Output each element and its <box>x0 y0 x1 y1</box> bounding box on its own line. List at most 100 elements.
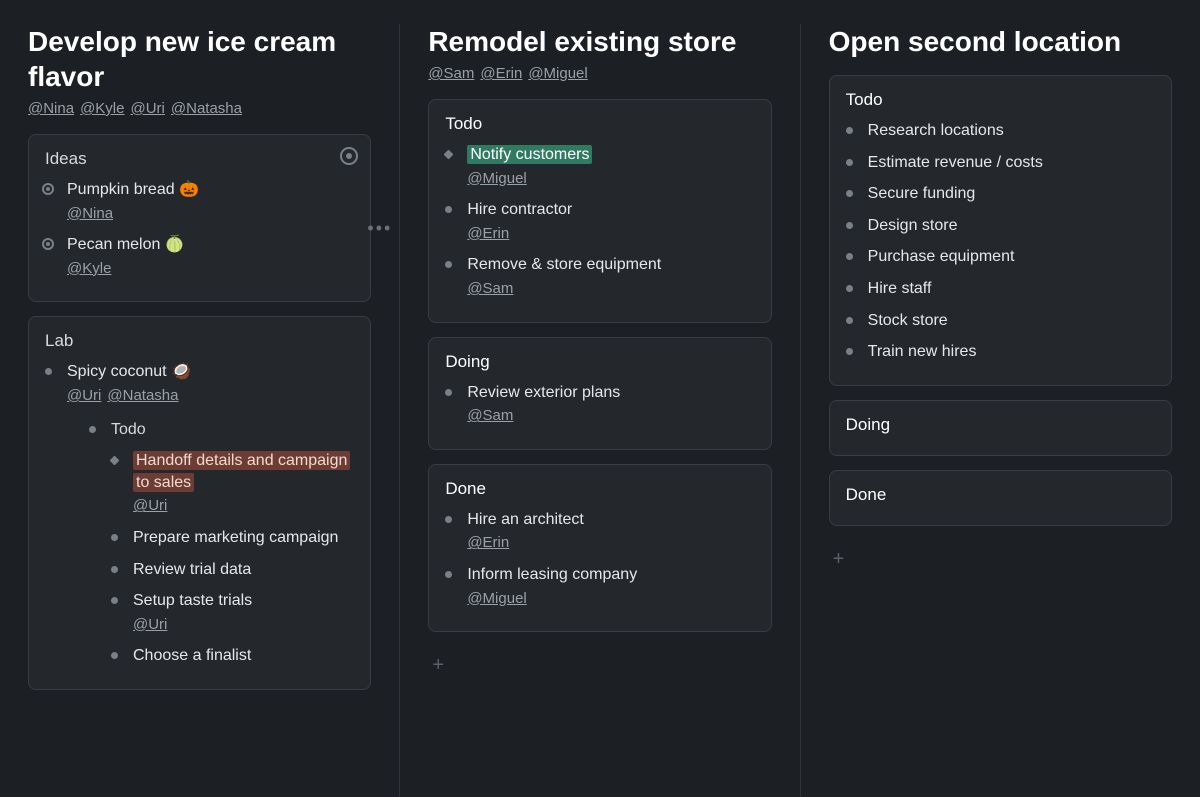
card-title[interactable]: Doing <box>445 352 754 372</box>
board-column: Develop new ice cream flavor @Nina @Kyle @U… <box>0 24 400 797</box>
list-item[interactable]: Review trial data <box>111 559 354 581</box>
sub-group-title[interactable]: Todo <box>89 419 354 441</box>
column-title[interactable]: Develop new ice cream flavor <box>28 24 371 94</box>
mention[interactable]: @Nina <box>28 100 74 117</box>
card-title[interactable]: Doing <box>846 415 1155 435</box>
item-mentions: @Sam <box>467 405 754 427</box>
dot-bullet-icon <box>846 285 853 292</box>
list-item[interactable]: Remove & store equipment@Sam <box>445 254 754 299</box>
item-text: Spicy coconut 🥥 <box>67 363 191 380</box>
dot-bullet-icon <box>445 261 452 268</box>
add-card-button[interactable]: + <box>428 646 448 685</box>
list-item[interactable]: Spicy coconut 🥥 @Uri @Natasha Todo Handoff d… <box>45 361 354 667</box>
mention[interactable]: @Erin <box>480 65 522 82</box>
mention[interactable]: @Nina <box>67 205 113 222</box>
list-item[interactable]: Handoff details and campaign to sales@Ur… <box>111 450 354 517</box>
list-item[interactable]: Train new hires <box>846 341 1155 363</box>
list-item[interactable]: Estimate revenue / costs <box>846 152 1155 174</box>
item-mentions: @Erin <box>467 532 754 554</box>
item-mentions: @Uri <box>133 495 354 517</box>
sub-item-list: Handoff details and campaign to sales@Ur… <box>111 450 354 667</box>
radio-bullet-icon <box>42 183 54 195</box>
board-column: Remodel existing store@Sam@Erin@MiguelTo… <box>400 24 800 797</box>
board-column: Open second location Todo Research locatio… <box>801 24 1200 797</box>
list-item[interactable]: Research locations <box>846 120 1155 142</box>
overflow-menu-icon[interactable]: ••• <box>367 218 392 239</box>
card-title[interactable]: Lab <box>45 331 354 351</box>
mention[interactable]: @Kyle <box>67 260 111 277</box>
mention[interactable]: @Sam <box>467 280 513 297</box>
card[interactable]: Doing Review exterior plans@Sam <box>428 337 771 450</box>
card[interactable]: •••IdeasPumpkin bread 🎃@NinaPecan melon … <box>28 134 371 302</box>
mention[interactable]: @Erin <box>467 225 509 242</box>
list-item[interactable]: Choose a finalist <box>111 645 354 667</box>
card[interactable]: Doing <box>829 400 1172 456</box>
item-text: Stock store <box>868 312 948 329</box>
list-item[interactable]: Notify customers @Miguel <box>445 144 754 189</box>
list-item[interactable]: Prepare marketing campaign <box>111 527 354 549</box>
item-text: Notify customers <box>467 145 592 164</box>
item-mentions: @Miguel <box>467 588 754 610</box>
item-text: Design store <box>868 217 958 234</box>
item-mentions: @Kyle <box>67 258 354 280</box>
card[interactable]: Todo Notify customers @Miguel Hire contract… <box>428 99 771 323</box>
list-item[interactable]: Purchase equipment <box>846 246 1155 268</box>
item-text: Inform leasing company <box>467 566 637 583</box>
mention[interactable]: @Uri <box>67 387 101 404</box>
card-title[interactable]: Done <box>445 479 754 499</box>
item-mentions: @Sam <box>467 278 754 300</box>
column-title[interactable]: Open second location <box>829 24 1172 59</box>
card-title[interactable]: Done <box>846 485 1155 505</box>
list-item[interactable]: Hire staff <box>846 278 1155 300</box>
dot-bullet-icon <box>846 222 853 229</box>
list-item[interactable]: Design store <box>846 215 1155 237</box>
mention[interactable]: @Sam <box>467 407 513 424</box>
list-item[interactable]: Setup taste trials@Uri <box>111 590 354 635</box>
item-mentions: @Uri @Natasha <box>67 385 354 407</box>
card[interactable]: Done <box>829 470 1172 526</box>
card-item-list: Hire an architect@Erin Inform leasing com… <box>445 509 754 609</box>
mention[interactable]: @Natasha <box>107 387 178 404</box>
dot-bullet-icon <box>111 652 118 659</box>
card[interactable]: Todo Research locations Estimate revenue /… <box>829 75 1172 386</box>
list-item[interactable]: Hire an architect@Erin <box>445 509 754 554</box>
mention[interactable]: @Uri <box>133 497 167 514</box>
dot-bullet-icon <box>111 534 118 541</box>
dot-bullet-icon <box>111 566 118 573</box>
item-text: Pecan melon 🍈 <box>67 236 185 253</box>
diamond-bullet-icon <box>110 456 120 466</box>
item-text: Choose a finalist <box>133 647 251 664</box>
sub-group: Todo Handoff details and campaign to sale… <box>89 419 354 667</box>
list-item[interactable]: Pecan melon 🍈 @Kyle <box>45 234 354 279</box>
list-item[interactable]: Pumpkin bread 🎃@Nina <box>45 179 354 224</box>
mention[interactable]: @Natasha <box>171 100 242 117</box>
item-text: Hire contractor <box>467 201 572 218</box>
card-item-list: Research locations Estimate revenue / cos… <box>846 120 1155 363</box>
list-item[interactable]: Stock store <box>846 310 1155 332</box>
mention[interactable]: @Uri <box>131 100 165 117</box>
card[interactable]: Lab Spicy coconut 🥥 @Uri @Natasha Todo Handof… <box>28 316 371 690</box>
list-item[interactable]: Secure funding <box>846 183 1155 205</box>
list-item[interactable]: Hire contractor @Erin <box>445 199 754 244</box>
mention[interactable]: @Erin <box>467 534 509 551</box>
card-title[interactable]: Todo <box>445 114 754 134</box>
list-item[interactable]: Inform leasing company @Miguel <box>445 564 754 609</box>
radio-bullet-icon <box>42 238 54 250</box>
column-title[interactable]: Remodel existing store <box>428 24 771 59</box>
card[interactable]: Done Hire an architect@Erin Inform leasing… <box>428 464 771 632</box>
mention[interactable]: @Sam <box>428 65 474 82</box>
mention[interactable]: @Uri <box>133 616 167 633</box>
mention[interactable]: @Miguel <box>467 170 526 187</box>
mention[interactable]: @Kyle <box>80 100 124 117</box>
item-text: Prepare marketing campaign <box>133 529 338 546</box>
card-title[interactable]: Ideas <box>45 149 354 169</box>
list-item[interactable]: Review exterior plans@Sam <box>445 382 754 427</box>
item-mentions: @Miguel <box>467 168 754 190</box>
mention[interactable]: @Miguel <box>467 590 526 607</box>
add-card-button[interactable]: + <box>829 540 849 579</box>
dot-bullet-icon <box>445 389 452 396</box>
radio-icon[interactable] <box>340 147 358 165</box>
dot-bullet-icon <box>45 368 52 375</box>
card-title[interactable]: Todo <box>846 90 1155 110</box>
mention[interactable]: @Miguel <box>528 65 587 82</box>
